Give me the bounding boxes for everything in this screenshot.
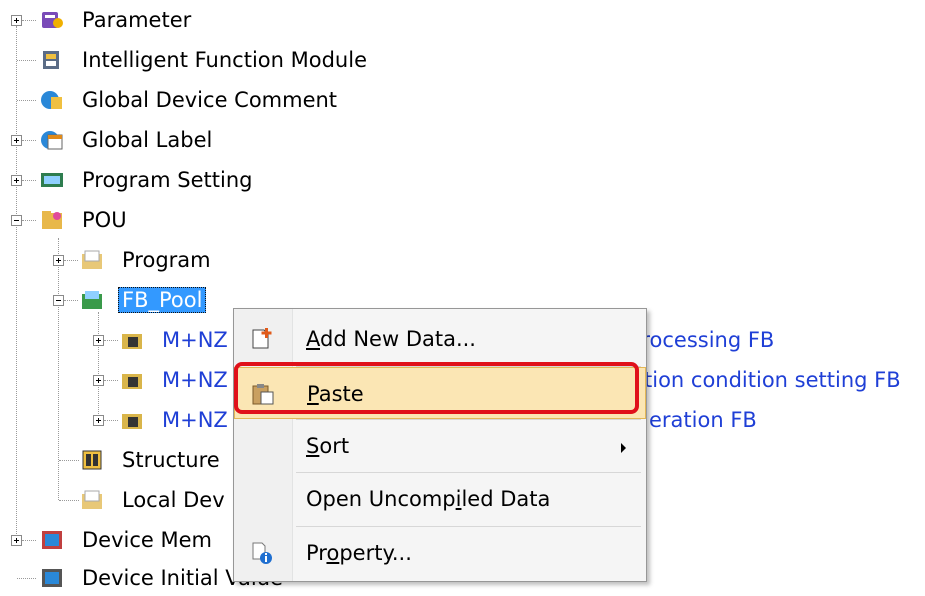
tree-item-label: Global Label xyxy=(82,128,213,152)
tree-item-label: M+NZ xyxy=(162,328,228,352)
menu-label: led Data xyxy=(461,487,551,511)
menu-item-property[interactable]: Property... xyxy=(234,527,646,579)
fb-icon xyxy=(122,334,142,349)
tree-item-label: Device Mem xyxy=(82,528,212,552)
pou-icon xyxy=(42,211,62,229)
context-menu: Add New Data... Paste Sort Open Uncompil… xyxy=(233,308,647,582)
tree-item-label: POU xyxy=(82,208,127,232)
tree-item-label: Structure xyxy=(122,448,220,472)
tree-item-label: Program xyxy=(122,248,211,272)
module-icon xyxy=(43,51,59,69)
add-new-data-icon xyxy=(252,328,272,349)
tree-item-program-setting[interactable]: Program Setting xyxy=(0,162,300,198)
local-device-icon xyxy=(82,490,102,509)
tree-item-label: M+NZ xyxy=(162,408,228,432)
tree-item-parameter[interactable]: Parameter xyxy=(0,2,300,38)
fb-pool-icon xyxy=(82,291,102,309)
expand-icon[interactable] xyxy=(93,335,104,346)
menu-label: ort xyxy=(319,434,350,458)
tree-item-label-selected: FB_Pool xyxy=(118,287,207,313)
menu-label: Open Uncomp xyxy=(306,487,456,511)
tree-item-device-memory[interactable]: Device Mem xyxy=(0,522,240,558)
parameter-icon xyxy=(42,12,63,28)
structure-icon xyxy=(82,450,102,470)
menu-item-add-new-data[interactable]: Add New Data... xyxy=(234,313,646,365)
expand-icon[interactable] xyxy=(11,135,22,146)
expand-icon[interactable] xyxy=(11,15,22,26)
property-icon xyxy=(252,542,272,564)
menu-label: Pr xyxy=(306,541,327,565)
expand-icon[interactable] xyxy=(93,415,104,426)
device-comment-icon xyxy=(41,91,62,109)
tree-item-label: Parameter xyxy=(82,8,192,32)
device-initial-value-icon xyxy=(42,569,62,587)
tree-item-label-suffix: processing FB xyxy=(628,328,775,352)
menu-item-open-uncompiled-data[interactable]: Open Uncompiled Data xyxy=(234,473,646,525)
submenu-arrow-icon xyxy=(621,443,626,453)
tree-item-label: Intelligent Function Module xyxy=(82,48,367,72)
program-folder-icon xyxy=(82,250,102,269)
collapse-icon[interactable] xyxy=(53,295,64,306)
tree-item-label: M+NZ xyxy=(162,368,228,392)
menu-accelerator: o xyxy=(326,541,340,565)
tree-item-label-suffix: tion condition setting FB xyxy=(644,368,901,392)
fb-icon xyxy=(122,374,142,389)
tree-item-pou[interactable]: POU xyxy=(0,202,200,238)
tree-item-global-label[interactable]: Global Label xyxy=(0,122,300,158)
collapse-icon[interactable] xyxy=(11,215,22,226)
tree-item-fb-pool[interactable]: FB_Pool xyxy=(0,282,240,318)
tree-item-label: Local Dev xyxy=(122,488,225,512)
tree-item-program[interactable]: Program xyxy=(0,242,250,278)
menu-item-sort[interactable]: Sort xyxy=(234,420,646,472)
expand-icon[interactable] xyxy=(11,535,22,546)
menu-accelerator: S xyxy=(306,434,320,458)
expand-icon[interactable] xyxy=(11,175,22,186)
tree-item-label-suffix: eration FB xyxy=(649,408,757,432)
menu-label: perty... xyxy=(339,541,412,565)
menu-label: dd New Data... xyxy=(320,327,476,351)
tree-item-label: Program Setting xyxy=(82,168,253,192)
tree-item-label: Global Device Comment xyxy=(82,88,338,112)
fb-icon xyxy=(122,414,142,429)
tree-item-structure[interactable]: Structure xyxy=(0,442,240,478)
tree-item-local-device[interactable]: Local Dev xyxy=(0,482,240,518)
expand-icon[interactable] xyxy=(53,255,64,266)
device-memory-icon xyxy=(42,531,62,549)
program-setting-icon xyxy=(41,173,63,187)
expand-icon[interactable] xyxy=(93,375,104,386)
tree-item-intelligent-function-module[interactable]: Intelligent Function Module xyxy=(0,42,420,78)
tree-item-global-device-comment[interactable]: Global Device Comment xyxy=(0,82,380,118)
menu-accelerator: A xyxy=(306,327,320,351)
global-label-icon xyxy=(41,131,63,150)
highlight-box xyxy=(234,362,639,414)
